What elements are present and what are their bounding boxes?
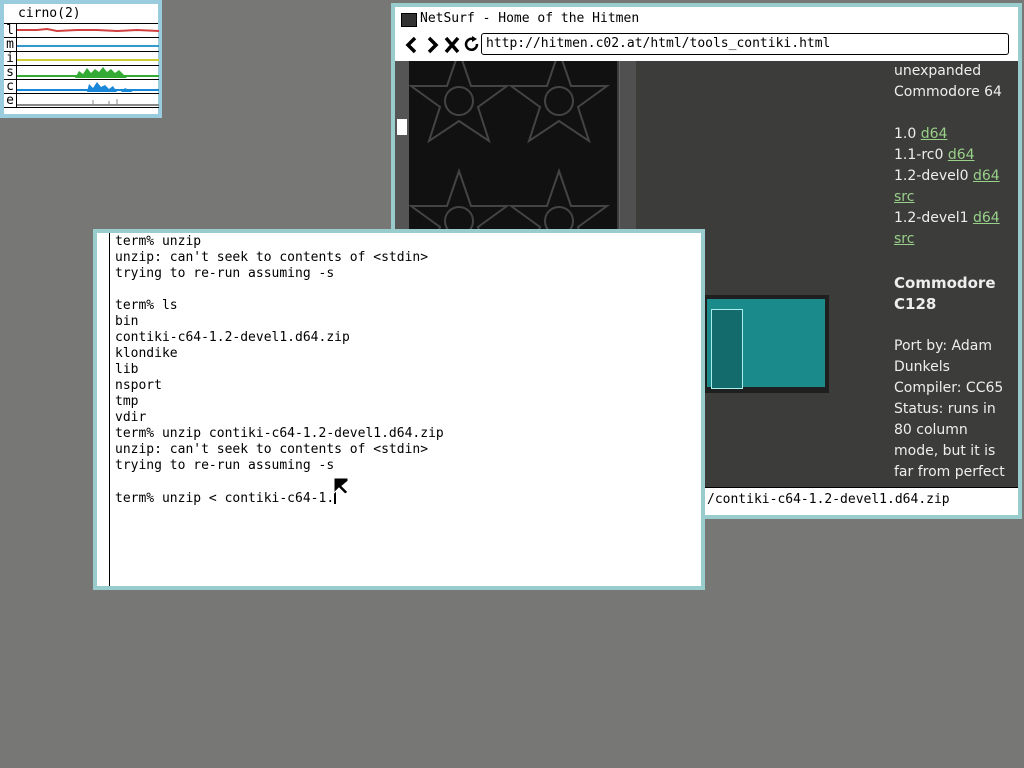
back-arrow-icon[interactable] xyxy=(403,35,421,55)
terminal-line: klondike xyxy=(115,346,178,361)
port-by-line1: Port by: Adam xyxy=(894,338,992,354)
terminal-scrollbar[interactable] xyxy=(109,233,110,586)
c128-heading-line1: Commodore xyxy=(894,274,996,292)
terminal-line: trying to re-run assuming -s xyxy=(115,458,335,473)
release-1-1-rc0: 1.1-rc0 d64 xyxy=(894,147,975,163)
platform-sidebar: unexpanded Commodore 64 1.0 d64 1.1-rc0 … xyxy=(894,61,1016,483)
stats-title: cirno(2) xyxy=(18,6,81,21)
stats-letter-s: s xyxy=(4,66,16,80)
stats-window[interactable]: cirno(2) l m i s c e xyxy=(0,0,162,118)
terminal-output[interactable]: term% unzip unzip: can't seek to content… xyxy=(115,234,697,506)
status-line1: Status: runs in xyxy=(894,401,996,417)
terminal-line: unzip: can't seek to contents of <stdin> xyxy=(115,250,429,265)
src-link[interactable]: src xyxy=(894,231,914,247)
netsurf-app-icon xyxy=(401,13,417,27)
terminal-line: lib xyxy=(115,362,139,377)
d64-link[interactable]: d64 xyxy=(973,210,1000,226)
stats-letter-l: l xyxy=(4,24,16,38)
ethernet-graph xyxy=(17,94,159,108)
release-1-2-devel1: 1.2-devel1 d64 xyxy=(894,210,1000,226)
browser-window-title: NetSurf - Home of the Hitmen xyxy=(420,11,640,26)
stats-letters: l m i s c e xyxy=(4,24,17,108)
url-bar[interactable]: http://hitmen.c02.at/html/tools_contiki.… xyxy=(481,33,1009,55)
mouse-pointer-icon xyxy=(333,477,349,495)
terminal-line: vdir xyxy=(115,410,147,425)
memory-graph xyxy=(17,38,159,52)
terminal-prompt-line[interactable]: term% unzip < contiki-c64-1. xyxy=(115,490,697,506)
terminal-line: tmp xyxy=(115,394,139,409)
terminal-line: nsport xyxy=(115,378,162,393)
stats-letter-i: i xyxy=(4,52,16,66)
status-line2: 80 column xyxy=(894,422,968,438)
d64-link[interactable]: d64 xyxy=(921,126,948,142)
src-link[interactable]: src xyxy=(894,189,914,205)
browser-toolbar: http://hitmen.c02.at/html/tools_contiki.… xyxy=(395,31,1018,61)
terminal-line: trying to re-run assuming -s xyxy=(115,266,335,281)
stats-letter-e: e xyxy=(4,94,16,108)
unexpanded-label: unexpanded xyxy=(894,63,982,79)
port-by-line2: Dunkels xyxy=(894,359,950,375)
terminal-line: term% ls xyxy=(115,298,178,313)
stats-letter-m: m xyxy=(4,38,16,52)
terminal-line: term% unzip xyxy=(115,234,202,249)
terminal-line: contiki-c64-1.2-devel1.d64.zip xyxy=(115,330,350,345)
stats-letter-c: c xyxy=(4,80,16,94)
c128-heading-line2: C128 xyxy=(894,295,937,313)
status-text: /contiki-c64-1.2-devel1.d64.zip xyxy=(707,492,950,507)
terminal-window[interactable]: term% unzip unzip: can't seek to content… xyxy=(93,229,705,590)
release-1-2-devel0: 1.2-devel0 d64 xyxy=(894,168,1000,184)
c128-screenshot-image xyxy=(705,295,829,393)
commodore64-label: Commodore 64 xyxy=(894,84,1002,100)
status-line3: mode, but it is xyxy=(894,443,996,459)
syscalls-graph xyxy=(17,66,159,80)
terminal-input-text[interactable]: term% unzip < contiki-c64-1. xyxy=(115,491,334,506)
compiler-line: Compiler: CC65 xyxy=(894,380,1004,396)
c128-screen xyxy=(707,299,825,389)
browser-titlebar[interactable]: NetSurf - Home of the Hitmen xyxy=(395,7,1018,31)
status-line4: far from perfect xyxy=(894,464,1005,480)
hitmen-background-image xyxy=(409,61,617,231)
d64-link[interactable]: d64 xyxy=(973,168,1000,184)
context-switch-graph xyxy=(17,80,159,94)
terminal-line: unzip: can't seek to contents of <stdin> xyxy=(115,442,429,457)
d64-link[interactable]: d64 xyxy=(948,147,975,163)
reload-icon[interactable] xyxy=(463,35,481,55)
stop-x-icon[interactable] xyxy=(443,35,461,55)
page-left-marker xyxy=(397,119,407,135)
forward-arrow-icon[interactable] xyxy=(423,35,441,55)
interrupts-graph xyxy=(17,52,159,66)
load-graph xyxy=(17,24,159,38)
stats-graphs xyxy=(17,24,159,108)
terminal-line: term% unzip contiki-c64-1.2-devel1.d64.z… xyxy=(115,426,444,441)
c128-screen-pane xyxy=(711,309,743,389)
terminal-line: bin xyxy=(115,314,139,329)
release-1-0: 1.0 d64 xyxy=(894,126,948,142)
